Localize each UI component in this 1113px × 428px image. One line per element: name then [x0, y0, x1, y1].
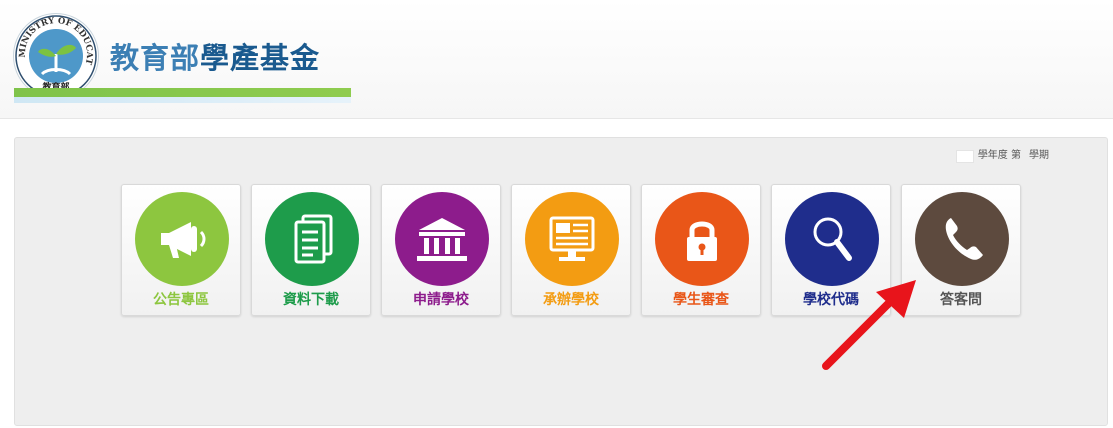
title-ministry: 教育部: [110, 41, 201, 75]
phone-icon: [915, 192, 1009, 286]
header-blue-bar: [14, 97, 351, 103]
red-arrow-annotation: [822, 280, 916, 370]
monitor-icon: [525, 192, 619, 286]
term-text-year: 學年度 第: [977, 150, 1021, 161]
site-title[interactable]: 教育部學產基金: [110, 38, 320, 78]
tile-label: 申請學校: [413, 292, 469, 308]
site-header: MINISTRY OF EDUCATION 教育部 教育部學產基金: [0, 0, 1113, 119]
academic-term-indicator: 學年度 第 學期: [955, 148, 1049, 164]
tile-label: 學生審查: [673, 292, 729, 308]
tile-label: 資料下載: [283, 292, 339, 308]
tile-host-schools[interactable]: 承辦學校: [511, 184, 631, 316]
tile-downloads[interactable]: 資料下載: [251, 184, 371, 316]
building-icon: [395, 192, 489, 286]
ministry-seal-logo[interactable]: MINISTRY OF EDUCATION 教育部: [10, 7, 98, 98]
term-text-semester: 學期: [1029, 150, 1049, 161]
tile-announcements[interactable]: 公告專區: [121, 184, 241, 316]
term-year-box: [955, 149, 974, 163]
tile-label: 承辦學校: [543, 292, 599, 308]
megaphone-icon: [135, 192, 229, 286]
header-green-bar: [14, 88, 351, 97]
document-icon: [265, 192, 359, 286]
main-panel: 學年度 第 學期 公告專區 資料下載 申請學校 承辦學校 學生審查 學校代碼 答…: [14, 137, 1108, 426]
tile-apply-schools[interactable]: 申請學校: [381, 184, 501, 316]
title-fund: 學產基金: [200, 41, 321, 75]
search-icon: [785, 192, 879, 286]
tile-label: 公告專區: [153, 292, 209, 308]
lock-icon: [655, 192, 749, 286]
tile-student-review[interactable]: 學生審查: [641, 184, 761, 316]
